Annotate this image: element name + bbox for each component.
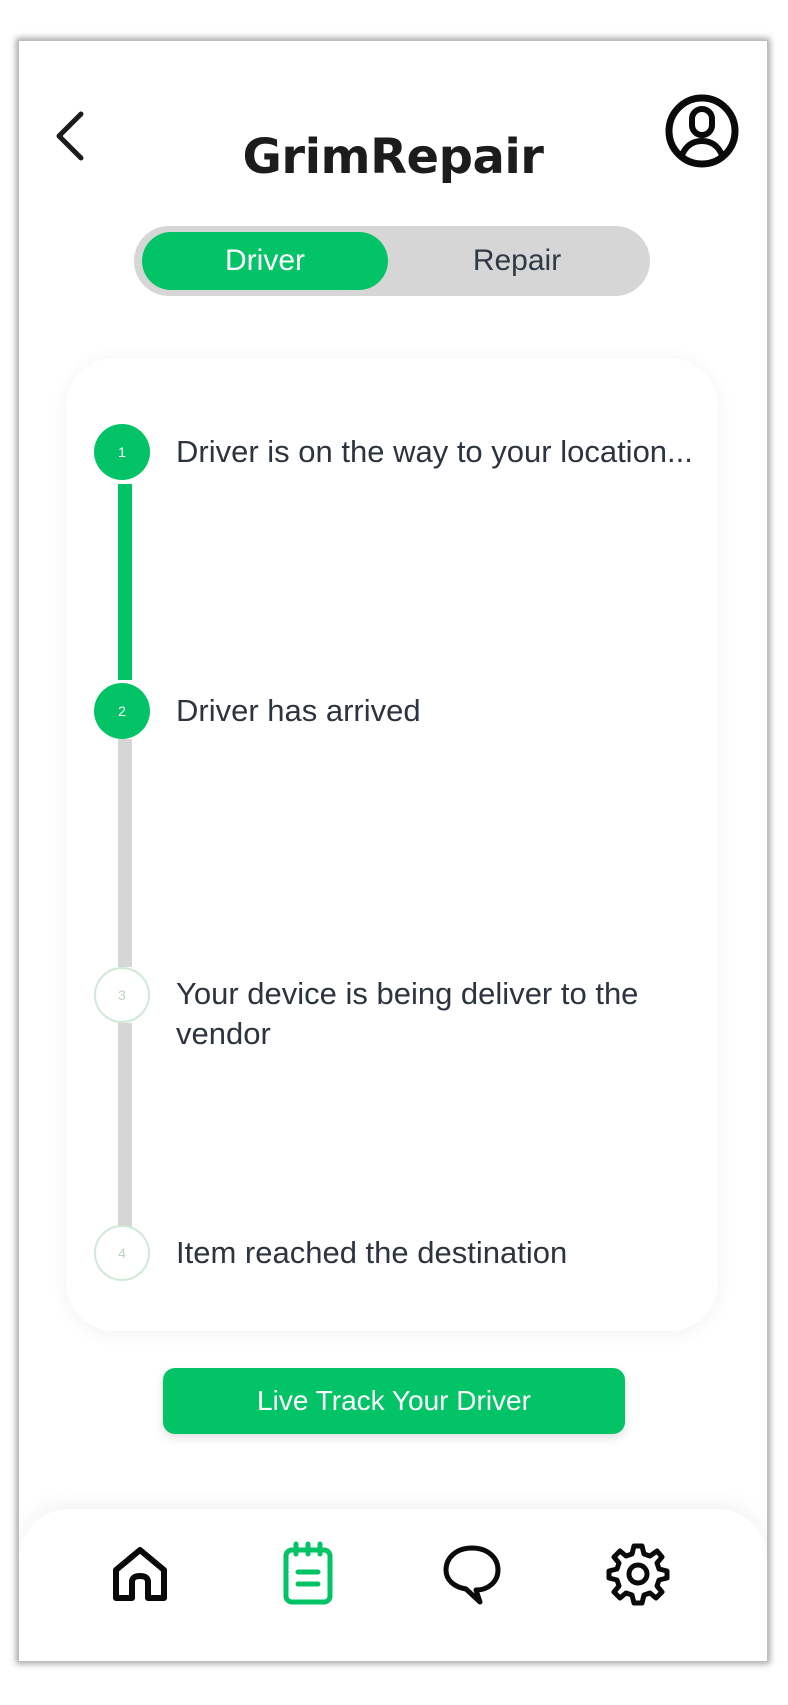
home-icon: [113, 1547, 167, 1601]
track-line-3: [118, 1023, 132, 1229]
track-line-2: [118, 739, 132, 967]
step-2-text: Driver has arrived: [176, 693, 421, 728]
user-avatar-icon: [665, 94, 739, 168]
step-2-number: 2: [118, 703, 126, 719]
chat-icon: [443, 1545, 501, 1605]
step-3-text: Your device is being deliver to the vend…: [176, 976, 639, 1051]
app-screen: GrimRepair Driver Repair 1 Driver is on …: [18, 40, 768, 1662]
settings-icon: [606, 1543, 670, 1606]
step-1-indicator: 1: [94, 424, 150, 480]
nav-home[interactable]: [105, 1539, 175, 1609]
step-4-text: Item reached the destination: [176, 1235, 568, 1270]
step-3-number: 3: [118, 987, 126, 1003]
step-1-number: 1: [118, 444, 126, 460]
tab-driver[interactable]: Driver: [142, 232, 388, 290]
orders-icon: [283, 1541, 333, 1605]
tab-repair[interactable]: Repair: [392, 232, 642, 290]
nav-orders[interactable]: [273, 1539, 343, 1609]
driver-repair-toggle: Driver Repair: [134, 226, 650, 296]
track-line-1: [118, 484, 132, 680]
step-2-indicator: 2: [94, 683, 150, 739]
nav-chat[interactable]: [437, 1539, 507, 1609]
step-3-indicator: 3: [94, 967, 150, 1023]
profile-button[interactable]: [664, 93, 740, 169]
app-title: GrimRepair: [242, 129, 544, 185]
progress-card: 1 Driver is on the way to your location.…: [66, 358, 718, 1331]
bottom-nav: [19, 1509, 767, 1661]
step-4-number: 4: [118, 1245, 126, 1261]
step-4-indicator: 4: [94, 1225, 150, 1281]
live-track-button[interactable]: Live Track Your Driver: [163, 1368, 625, 1434]
nav-settings[interactable]: [603, 1539, 673, 1609]
step-1-text: Driver is on the way to your location...: [176, 434, 693, 469]
